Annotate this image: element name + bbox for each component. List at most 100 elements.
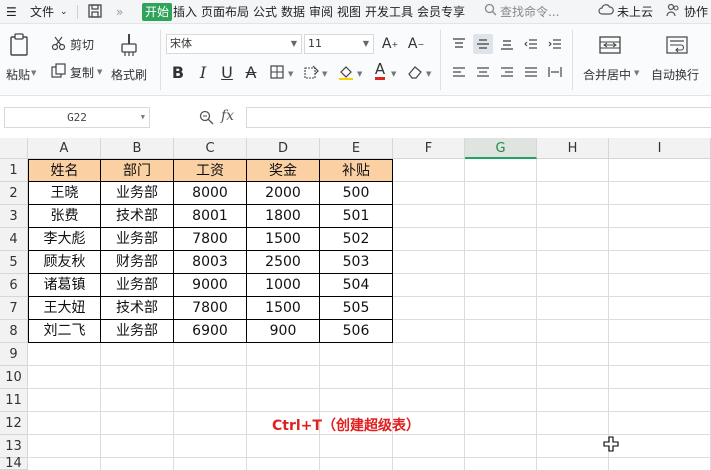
row-header[interactable]: 9	[0, 343, 28, 366]
table-cell[interactable]: 2000	[247, 182, 320, 205]
paste-icon[interactable]	[8, 32, 30, 58]
chevron-down-icon[interactable]: ▼	[97, 68, 102, 76]
table-cell[interactable]: 顾友秋	[28, 251, 101, 274]
tab-member[interactable]: 会员专享	[417, 3, 465, 21]
name-box[interactable]: G22 ▼	[4, 107, 150, 128]
border-icon[interactable]	[267, 62, 287, 82]
fill-color-icon[interactable]	[336, 62, 356, 82]
distributed-align-icon[interactable]	[545, 62, 565, 82]
row-header[interactable]: 3	[0, 205, 28, 228]
align-left-icon[interactable]	[449, 62, 469, 82]
table-cell[interactable]: 900	[247, 320, 320, 343]
column-header-e[interactable]: E	[320, 138, 393, 159]
row-header[interactable]: 14	[0, 457, 28, 470]
more-icon[interactable]: »	[116, 3, 123, 21]
chevron-down-icon[interactable]: ▼	[634, 69, 639, 77]
tab-data[interactable]: 数据	[281, 3, 305, 21]
paste-button[interactable]: 粘贴	[6, 66, 30, 83]
table-header-cell[interactable]: 部门	[101, 159, 174, 182]
table-cell[interactable]: 8003	[174, 251, 247, 274]
table-cell[interactable]: 业务部	[101, 228, 174, 251]
tab-formulas[interactable]: 公式	[253, 3, 277, 21]
menu-file[interactable]: 文件	[30, 3, 54, 21]
column-header-b[interactable]: B	[101, 138, 174, 159]
italic-icon[interactable]: I	[193, 62, 213, 82]
bold-icon[interactable]: B	[168, 62, 188, 82]
table-cell[interactable]: 1500	[247, 297, 320, 320]
column-header-c[interactable]: C	[174, 138, 247, 159]
align-center-icon[interactable]	[473, 62, 493, 82]
table-cell[interactable]: 503	[320, 251, 393, 274]
column-header-d[interactable]: D	[247, 138, 320, 159]
copy-button[interactable]: 复制	[70, 64, 94, 81]
table-cell[interactable]: 500	[320, 182, 393, 205]
indent-increase-icon[interactable]	[545, 34, 565, 54]
table-cell[interactable]: 王晓	[28, 182, 101, 205]
row-header[interactable]: 12	[0, 412, 28, 435]
table-cell[interactable]: 技术部	[101, 205, 174, 228]
table-cell[interactable]: 王大妞	[28, 297, 101, 320]
chevron-down-icon[interactable]: ⌄	[60, 3, 68, 21]
table-cell[interactable]: 刘二飞	[28, 320, 101, 343]
font-name-select[interactable]: 宋体 ▼	[166, 34, 302, 54]
align-right-icon[interactable]	[497, 62, 517, 82]
table-cell[interactable]: 501	[320, 205, 393, 228]
table-cell[interactable]: 7800	[174, 228, 247, 251]
table-cell[interactable]: 李大彪	[28, 228, 101, 251]
merge-cells-icon[interactable]	[598, 32, 622, 58]
tab-view[interactable]: 视图	[337, 3, 361, 21]
align-middle-icon[interactable]	[473, 34, 493, 54]
row-header[interactable]: 8	[0, 320, 28, 343]
collab-button[interactable]: 协作	[684, 3, 708, 21]
save-icon[interactable]	[87, 3, 103, 21]
font-color-icon[interactable]: A	[370, 60, 390, 80]
table-header-cell[interactable]: 姓名	[28, 159, 101, 182]
tab-page-layout[interactable]: 页面布局	[201, 3, 249, 21]
decrease-font-icon[interactable]: A −	[406, 34, 426, 54]
tab-home[interactable]: 开始	[142, 3, 173, 21]
font-size-select[interactable]: 11 ▼	[304, 34, 374, 54]
table-cell[interactable]: 2500	[247, 251, 320, 274]
chevron-down-icon[interactable]: ▼	[426, 70, 431, 78]
cell-style-icon[interactable]	[301, 62, 321, 82]
column-header-h[interactable]: H	[537, 138, 609, 159]
chevron-down-icon[interactable]: ▼	[31, 69, 36, 77]
table-cell[interactable]: 7800	[174, 297, 247, 320]
tab-developer[interactable]: 开发工具	[365, 3, 413, 21]
row-header[interactable]: 4	[0, 228, 28, 251]
table-header-cell[interactable]: 工资	[174, 159, 247, 182]
eraser-icon[interactable]	[405, 62, 425, 82]
table-cell[interactable]: 502	[320, 228, 393, 251]
table-cell[interactable]: 1500	[247, 228, 320, 251]
table-cell[interactable]: 业务部	[101, 320, 174, 343]
cut-button[interactable]: 剪切	[70, 36, 94, 53]
row-header[interactable]: 11	[0, 389, 28, 412]
table-cell[interactable]: 财务部	[101, 251, 174, 274]
align-top-icon[interactable]	[449, 34, 469, 54]
table-cell[interactable]: 6900	[174, 320, 247, 343]
wrap-text-icon[interactable]	[665, 32, 689, 58]
format-painter-button[interactable]: 格式刷	[111, 66, 147, 83]
tab-review[interactable]: 审阅	[309, 3, 333, 21]
align-bottom-icon[interactable]	[497, 34, 517, 54]
table-cell[interactable]: 1000	[247, 274, 320, 297]
row-header[interactable]: 2	[0, 182, 28, 205]
underline-icon[interactable]: U	[217, 62, 237, 82]
table-cell[interactable]: 506	[320, 320, 393, 343]
tab-insert[interactable]: 插入	[173, 3, 197, 21]
format-painter-icon[interactable]	[118, 32, 140, 58]
select-all-corner[interactable]	[0, 138, 28, 159]
table-header-cell[interactable]: 补贴	[320, 159, 393, 182]
strikethrough-icon[interactable]: A	[241, 62, 261, 82]
table-cell[interactable]: 张费	[28, 205, 101, 228]
column-header-a[interactable]: A	[28, 138, 101, 159]
table-cell[interactable]: 业务部	[101, 182, 174, 205]
row-header[interactable]: 7	[0, 297, 28, 320]
table-cell[interactable]: 505	[320, 297, 393, 320]
column-header-g[interactable]: G	[465, 138, 537, 159]
chevron-down-icon[interactable]: ▼	[391, 70, 396, 78]
formula-input[interactable]	[246, 107, 711, 128]
zoom-icon[interactable]	[198, 109, 214, 125]
table-cell[interactable]: 技术部	[101, 297, 174, 320]
command-search-input[interactable]: 查找命令...	[500, 3, 559, 21]
